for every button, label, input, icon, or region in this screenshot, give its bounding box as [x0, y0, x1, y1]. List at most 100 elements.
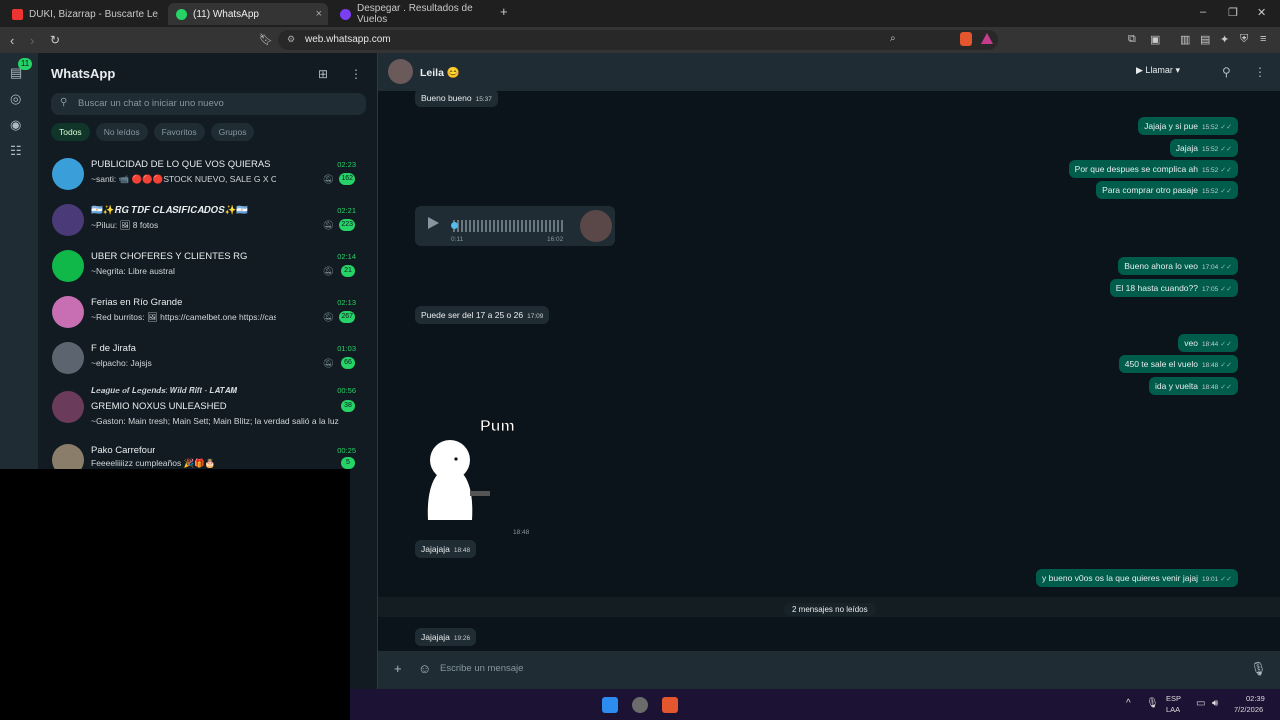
chat-menu-icon[interactable]: ⋮ [1254, 65, 1266, 79]
filter-no-leidos[interactable]: No leídos [95, 123, 148, 141]
microphone-icon[interactable]: 🎙︎ [1250, 661, 1267, 677]
message-input[interactable]: Escribe un mensaje [440, 663, 523, 674]
more-options-icon[interactable]: ⋮ [350, 67, 362, 81]
status-icon[interactable]: ◎ [10, 91, 21, 107]
muted-icon: 🔕︎ [322, 312, 334, 322]
brave-rewards-icon[interactable] [981, 33, 993, 44]
network-icon[interactable]: ▭ [1196, 698, 1205, 709]
bookmark-icon[interactable]: 🔖︎ [259, 33, 273, 46]
contact-name[interactable]: Leila 😊 [420, 66, 460, 79]
vpn-icon[interactable]: ⛨ [1240, 33, 1248, 46]
read-ticks-icon: ✓✓ [1220, 576, 1232, 583]
chat-row[interactable]: UBER CHOFERES Y CLIENTES RG ~Negrita: Li… [38, 245, 368, 291]
tab-search-icon[interactable]: ▣ [1150, 33, 1160, 46]
sticker-gun [470, 491, 490, 496]
language-code[interactable]: ESP [1166, 694, 1181, 703]
chat-preview: ~Piluu: 🖼 8 fotos [91, 220, 159, 230]
channels-icon[interactable]: ◉ [10, 117, 21, 133]
chat-name: Pako Carrefour [91, 445, 156, 456]
message-time: 17:09 [527, 313, 544, 320]
reload-icon[interactable]: ↻ [50, 33, 60, 47]
close-window-button[interactable]: ✕ [1257, 6, 1266, 19]
new-tab-button[interactable]: + [500, 4, 508, 19]
zoom-icon[interactable]: ⌕ [890, 33, 896, 44]
search-chat-icon[interactable]: ⚲ [1222, 65, 1231, 79]
muted-icon: 🔕︎ [322, 174, 334, 184]
muted-icon: 🔕︎ [322, 266, 334, 276]
url-field[interactable]: ⚙︎ web.whatsapp.com ⌕ [278, 30, 998, 50]
app-icon[interactable] [632, 697, 648, 713]
tab-despegar[interactable]: Despegar . Resultados de Vuelos [332, 3, 500, 25]
muted-icon: 🔕︎ [322, 358, 334, 368]
extensions-icon[interactable]: ⧉ [1128, 33, 1136, 46]
filter-grupos[interactable]: Grupos [210, 123, 255, 141]
waveform[interactable] [453, 220, 563, 232]
browser-tab-bar: DUKI, Bizarrap - Buscarte Lejos - You (1… [0, 0, 1280, 27]
leo-ai-icon[interactable]: ✦ [1220, 33, 1229, 46]
voice-time: 16:02 [547, 236, 564, 243]
chat-row[interactable]: 𝑳𝒆𝒂𝒈𝒖𝒆 𝒐𝒇 𝑳𝒆𝒈𝒆𝒏𝒅𝒔: 𝑾𝒊𝒍𝒅 𝑹𝒊𝒇𝒕 - 𝑳𝑨𝑻𝑨𝑴 GRE… [38, 383, 368, 435]
forward-icon[interactable]: › [30, 33, 34, 48]
tab-title: (11) WhatsApp [193, 8, 259, 20]
site-info-icon[interactable]: ⚙︎ [287, 34, 295, 45]
chat-row[interactable]: PUBLICIDAD DE LO QUE VOS QUIERAS ~santi:… [38, 153, 368, 199]
call-button[interactable]: ▶︎ Llamar ▾ [1136, 65, 1180, 76]
windows-taskbar: ^ 🎙︎ ESP LAA ▭ 🔊︎ 02:39 7/2/2026 [350, 689, 1280, 720]
unread-count: 38 [341, 400, 355, 412]
filter-todos[interactable]: Todos [51, 123, 90, 141]
message-in: Jajajaja 18:48 [415, 540, 477, 558]
new-chat-icon[interactable]: ⊞ [318, 67, 328, 81]
chat-preview: Feeeeliiiizz cumpleaños 🎉🎁🎂 [91, 458, 216, 468]
chat-row[interactable]: 🇦🇷✨𝑹𝑮 𝑻𝑫𝑭 𝑪𝑳𝑨𝑺𝑰𝑭𝑰𝑪𝑨𝑫𝑶𝑺✨🇦🇷 ~Piluu: 🖼 8 fo… [38, 199, 368, 245]
chat-time: 02:21 [337, 206, 356, 215]
tab-whatsapp[interactable]: (11) WhatsApp × [168, 3, 328, 25]
contact-avatar[interactable] [388, 59, 413, 84]
tab-youtube[interactable]: DUKI, Bizarrap - Buscarte Lejos - You [4, 3, 166, 25]
message-time: 18:48 [1201, 362, 1219, 369]
back-icon[interactable]: ‹ [10, 33, 14, 48]
language-layout[interactable]: LAA [1166, 705, 1180, 714]
emoji-icon[interactable]: ☺ [418, 661, 431, 676]
conversation-pane: Leila 😊 ▶︎ Llamar ▾ ⚲ ⋮ Bueno bueno 15:37… [378, 53, 1280, 689]
chat-row[interactable]: Pako Carrefour Feeeeliiiizz cumpleaños 🎉… [38, 439, 368, 469]
communities-icon[interactable]: ☷ [10, 143, 22, 159]
chat-row[interactable]: Ferias en Río Grande ~Red burritos: 🖼 ht… [38, 291, 368, 337]
unread-count: 223 [339, 219, 355, 231]
clock-date[interactable]: 7/2/2026 [1234, 705, 1263, 714]
microphone-tray-icon[interactable]: 🎙︎ [1146, 698, 1159, 709]
close-tab-icon[interactable]: × [316, 8, 322, 20]
sticker-eye [454, 457, 458, 461]
read-ticks-icon: ✓✓ [1220, 167, 1232, 174]
tray-chevron-icon[interactable]: ^ [1126, 698, 1131, 709]
search-box[interactable]: ⚲ Buscar un chat o iniciar uno nuevo [51, 93, 366, 115]
brave-browser-icon[interactable] [662, 697, 678, 713]
playback-knob[interactable] [451, 222, 458, 229]
attach-plus-icon[interactable]: + [394, 661, 402, 676]
message-time: 15:37 [475, 96, 492, 103]
minimize-button[interactable]: – [1200, 6, 1206, 18]
url-text: web.whatsapp.com [305, 34, 391, 45]
chat-name: Ferias en Río Grande [91, 297, 183, 308]
clock-time[interactable]: 02:39 [1246, 694, 1265, 703]
windows-start-icon[interactable] [602, 697, 618, 713]
play-icon[interactable] [428, 217, 439, 229]
call-label: Llamar [1145, 65, 1173, 75]
chat-name: PUBLICIDAD DE LO QUE VOS QUIERAS [91, 159, 271, 170]
maximize-button[interactable]: ❐ [1228, 6, 1238, 19]
chat-row[interactable]: F de Jirafa ~elpacho: Jajsjs 01:03 🔕︎ 66 [38, 337, 368, 383]
menu-icon[interactable]: ≡ [1260, 33, 1266, 45]
message-time: 15:52 [1201, 167, 1219, 174]
message-text: y bueno v0os os la que quieres venir jaj… [1042, 573, 1198, 583]
unread-count: 267 [339, 311, 355, 323]
filter-favoritos[interactable]: Favoritos [153, 123, 205, 141]
sidebar-icon[interactable]: ▥ [1180, 33, 1190, 46]
brave-shield-icon[interactable] [960, 32, 972, 46]
read-ticks-icon: ✓✓ [1220, 146, 1232, 153]
message-out: Para comprar otro pasaje 15:52 ✓✓ [1096, 181, 1238, 199]
volume-icon[interactable]: 🔊︎ [1212, 698, 1218, 709]
read-ticks-icon: ✓✓ [1220, 188, 1232, 195]
chat-time: 01:03 [337, 344, 356, 353]
wallet-icon[interactable]: ▤ [1200, 33, 1210, 46]
unread-count: 66 [341, 357, 355, 369]
chat-preview: ~Negrita: Libre austral [91, 266, 175, 276]
